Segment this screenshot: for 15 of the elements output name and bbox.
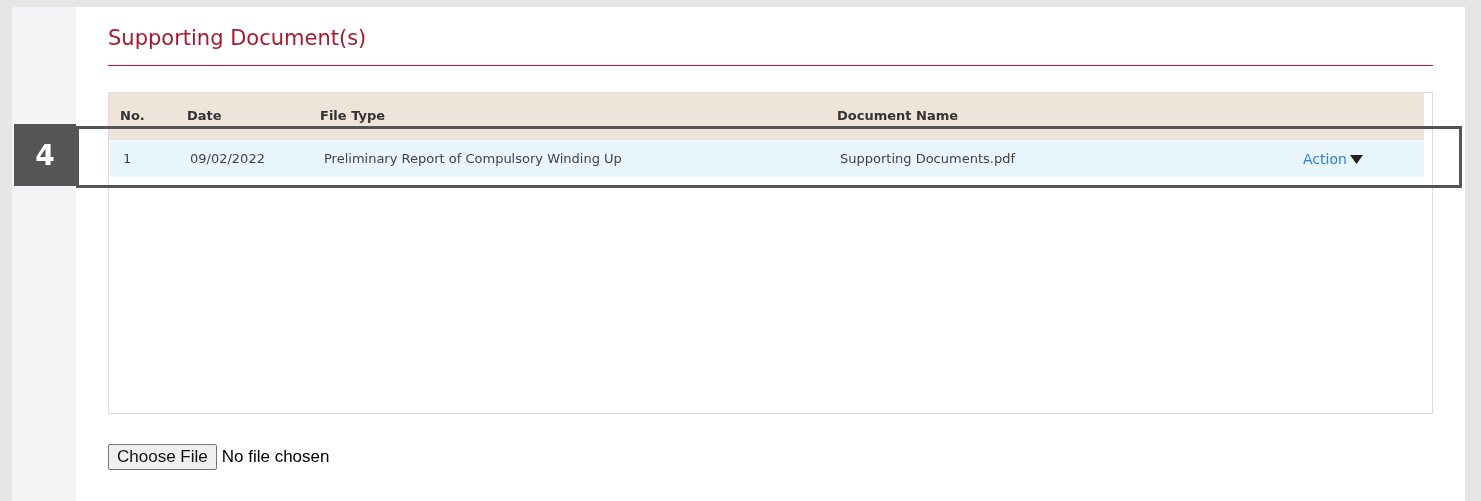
table-row[interactable]: 1 09/02/2022 Preliminary Report of Compulsory Winding Up Supporting Documents.pdf Action — [110, 141, 1424, 177]
step-badge: 4 — [14, 124, 76, 186]
choose-file-button[interactable]: Choose File — [108, 444, 217, 470]
column-header: No. — [120, 108, 145, 124]
table-cell: 09/02/2022 — [190, 151, 265, 167]
section-title: Supporting Document(s) — [108, 26, 368, 52]
action-link[interactable]: Action — [1303, 151, 1347, 167]
table-cell: 1 — [123, 151, 132, 167]
table-cell: Supporting Documents.pdf — [840, 151, 1015, 167]
caret-icon — [1349, 154, 1363, 164]
file-status: No file chosen — [221, 447, 330, 467]
column-header: Document Name — [837, 108, 959, 124]
column-header: File Type — [320, 108, 386, 124]
column-header: Date — [187, 108, 222, 124]
table-cell: Preliminary Report of Compulsory Winding Up — [324, 151, 622, 167]
